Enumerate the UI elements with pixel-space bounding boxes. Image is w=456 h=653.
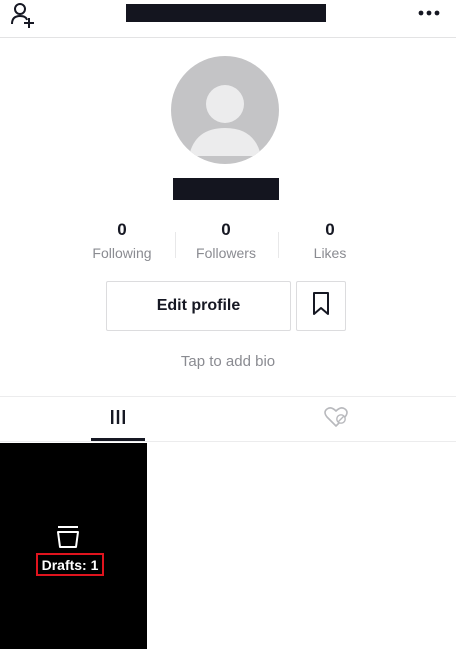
stat-likes[interactable]: 0 Likes <box>280 219 380 262</box>
stat-following-label: Following <box>92 245 152 261</box>
tab-liked[interactable] <box>316 397 356 442</box>
stat-following-value: 0 <box>117 220 127 239</box>
active-tab-indicator <box>91 438 145 441</box>
stat-following[interactable]: 0 Following <box>72 219 172 262</box>
drafts-icon <box>55 523 81 549</box>
more-options-icon[interactable] <box>416 6 442 20</box>
redacted-username-title <box>126 4 326 22</box>
redacted-display-name <box>173 178 279 200</box>
liked-heart-icon <box>323 406 349 433</box>
avatar[interactable] <box>171 56 279 164</box>
profile-tabs <box>0 396 456 442</box>
drafts-count-label: Drafts: 1 <box>36 553 104 576</box>
bookmark-icon <box>311 291 331 322</box>
tab-videos[interactable] <box>90 397 146 442</box>
stat-followers-value: 0 <box>221 220 231 239</box>
drafts-tile[interactable] <box>0 443 147 649</box>
stat-followers[interactable]: 0 Followers <box>176 219 276 262</box>
stat-divider <box>278 232 279 258</box>
stat-followers-label: Followers <box>196 245 256 261</box>
grid-icon <box>108 407 128 432</box>
bookmark-button[interactable] <box>296 281 346 331</box>
stat-likes-value: 0 <box>325 220 335 239</box>
bio-placeholder[interactable]: Tap to add bio <box>0 353 456 370</box>
edit-profile-button[interactable]: Edit profile <box>106 281 291 331</box>
stat-likes-label: Likes <box>313 245 347 261</box>
top-bar <box>0 0 456 38</box>
add-user-icon[interactable] <box>10 2 38 30</box>
